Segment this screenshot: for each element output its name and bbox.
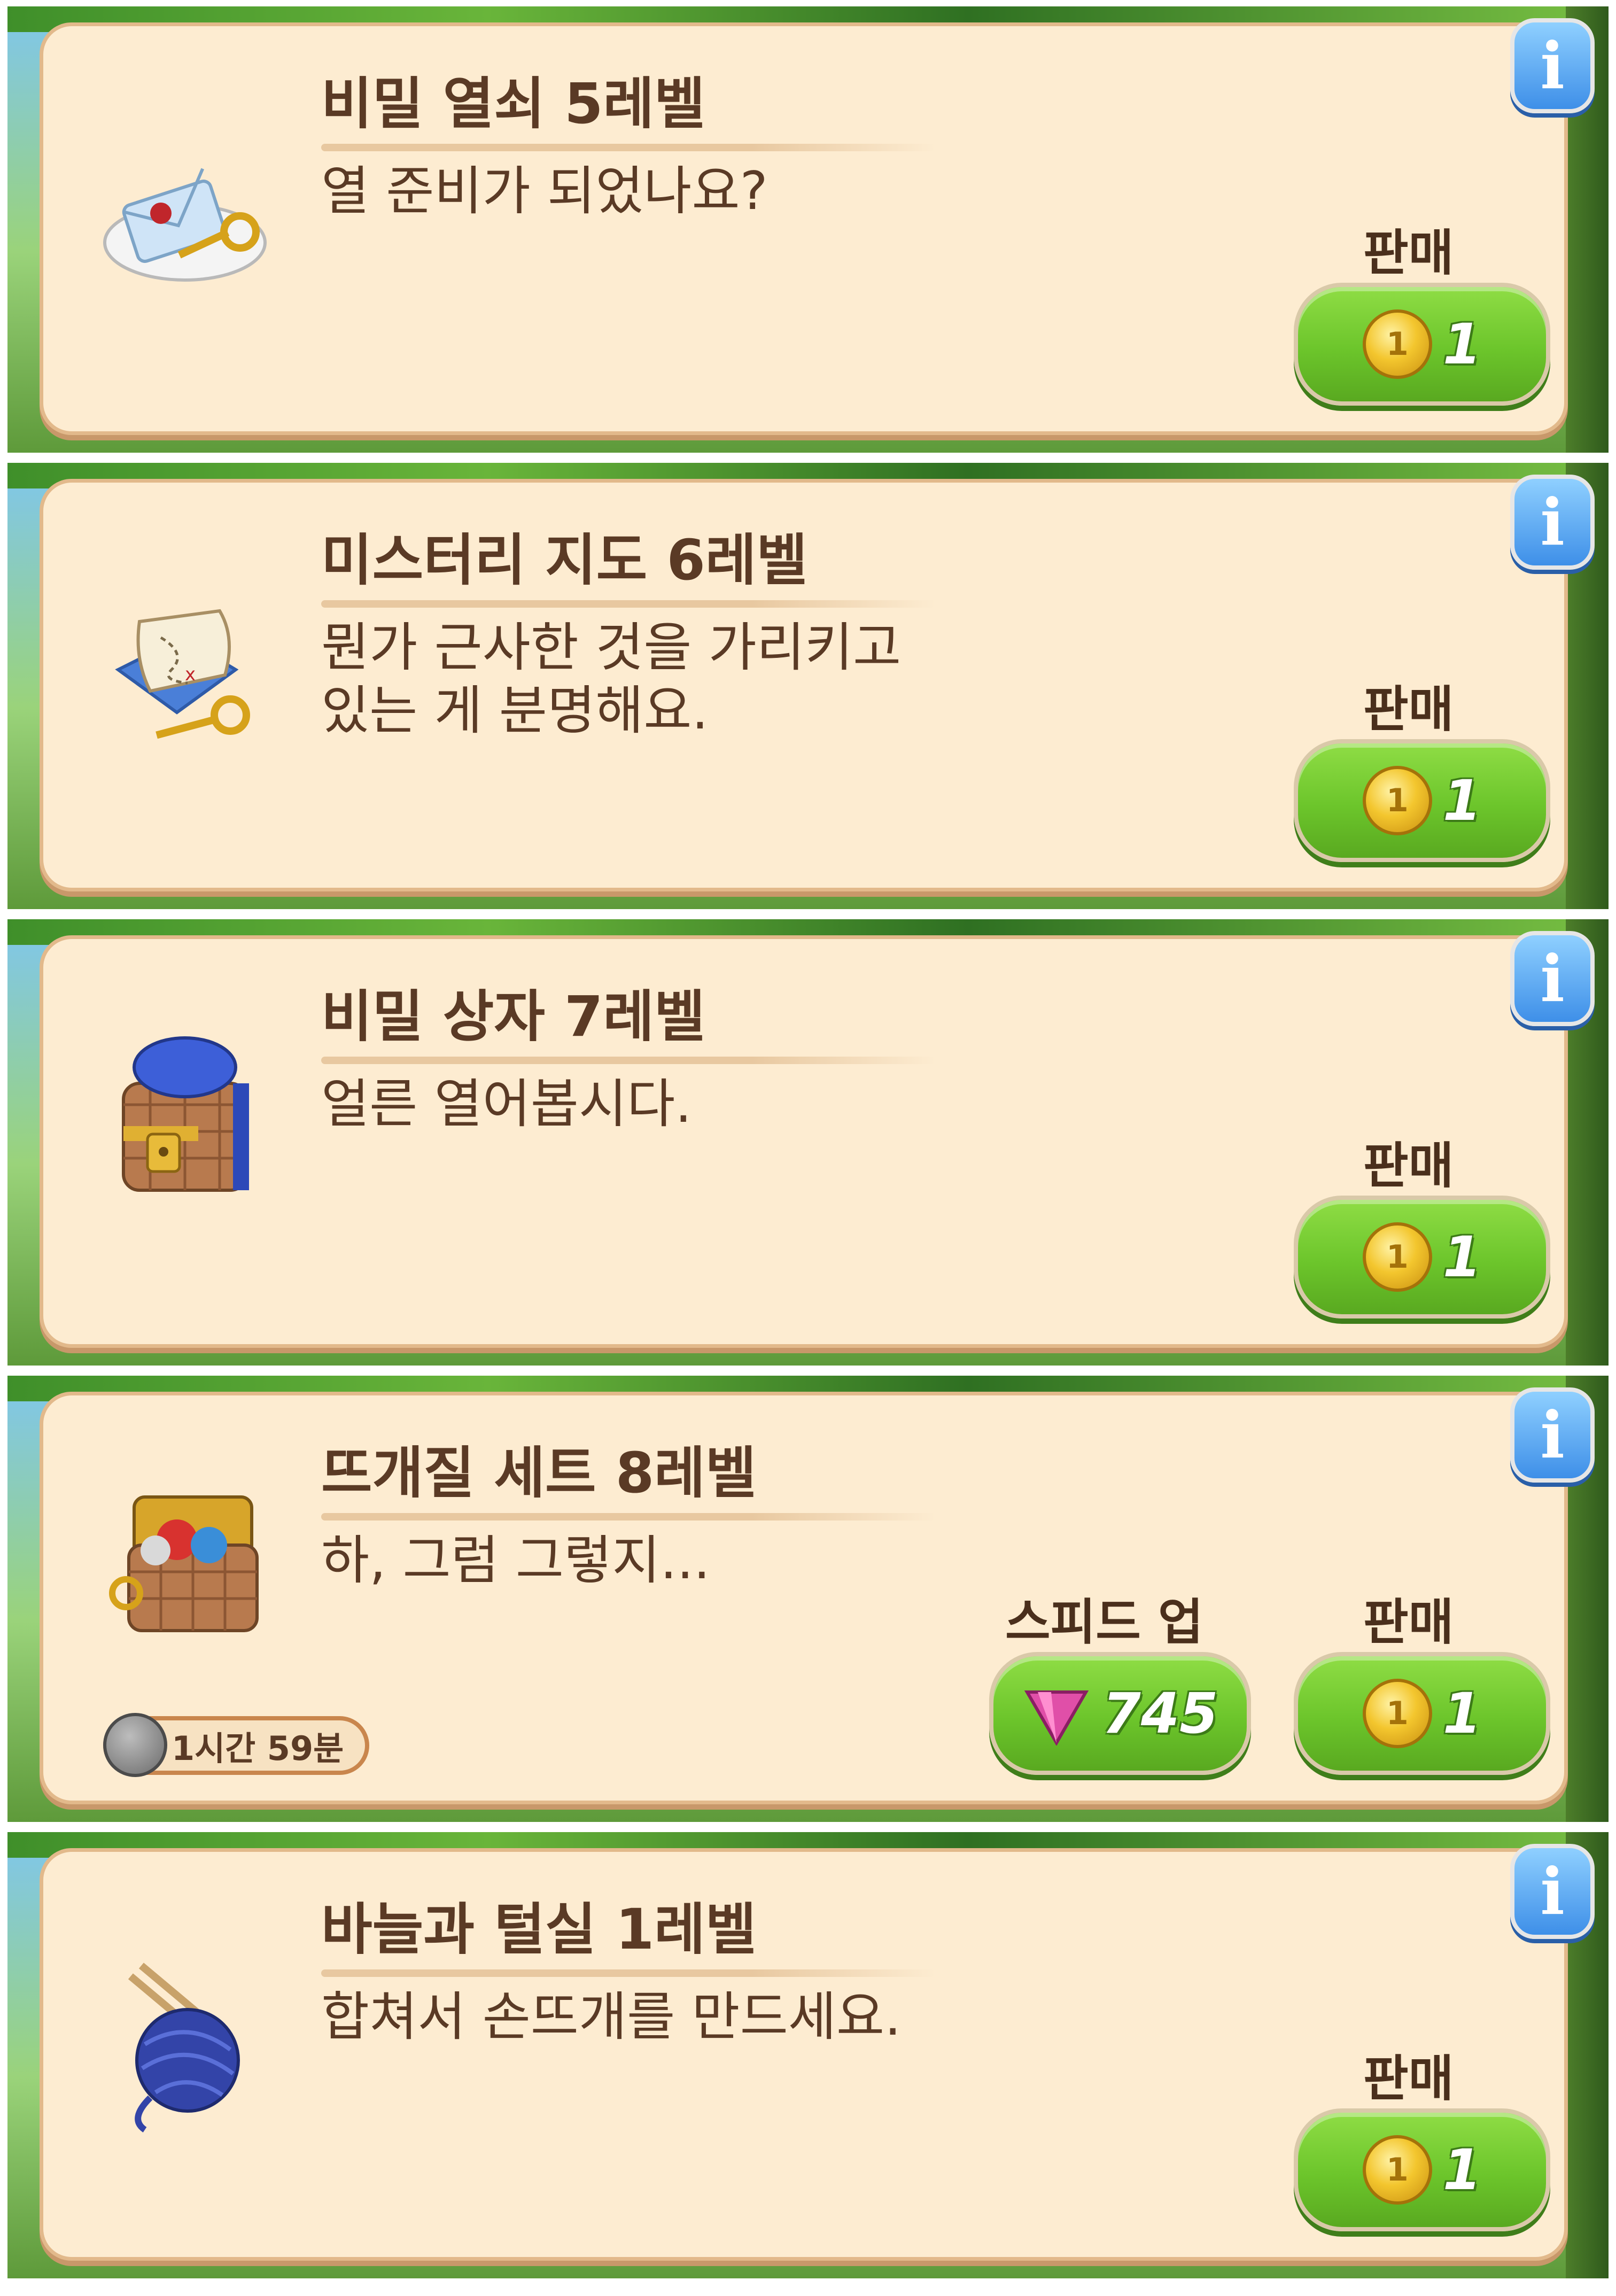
info-button[interactable]: i	[1510, 931, 1595, 1026]
info-icon: i	[1540, 28, 1565, 104]
speedup-button[interactable]: 745	[989, 1652, 1251, 1775]
speedup-label: 스피드 업	[1005, 1594, 1203, 1651]
sell-price: 1	[1442, 1681, 1482, 1746]
coin-icon: 1	[1362, 1679, 1432, 1748]
item-description: 열 준비가 되었나요?	[321, 161, 768, 222]
envelope-key-icon	[103, 168, 267, 282]
item-panel: 1시간 59분 뜨개질 세트 8레벨 하, 그럼 그렇지... 스피드 업 74…	[40, 1392, 1568, 1804]
sell-price: 1	[1442, 2137, 1482, 2202]
sell-button[interactable]: 1 1	[1294, 1196, 1550, 1318]
item-panel: 비밀 열쇠 5레벨 열 준비가 되었나요? 판매 1 1	[40, 22, 1568, 435]
sell-button[interactable]: 1 1	[1294, 2108, 1550, 2231]
coin-icon: 1	[1362, 309, 1432, 379]
title-divider	[321, 144, 936, 151]
item-card: 비밀 열쇠 5레벨 열 준비가 되었나요? 판매 1 1 i	[7, 6, 1609, 453]
svg-text:x: x	[185, 664, 196, 685]
item-card: 비밀 상자 7레벨 얼른 열어봅시다. 판매 1 1 i	[7, 919, 1609, 1366]
info-button[interactable]: i	[1510, 1844, 1595, 1939]
sell-price: 1	[1442, 768, 1482, 833]
item-panel: 비밀 상자 7레벨 얼른 열어봅시다. 판매 1 1	[40, 935, 1568, 1348]
treasure-map-key-icon: x	[115, 609, 250, 739]
sell-button[interactable]: 1 1	[1294, 283, 1550, 406]
info-button[interactable]: i	[1510, 1387, 1595, 1483]
item-description: 하, 그럼 그렇지...	[321, 1530, 710, 1591]
coin-icon: 1	[1362, 2135, 1432, 2205]
item-panel: x 미스터리 지도 6레벨 뭔가 근사한 것을 가리키고 있는 게 분명해요. …	[40, 479, 1568, 891]
speedup-price: 745	[1102, 1681, 1218, 1746]
sell-price: 1	[1442, 312, 1482, 377]
knitting-chest-icon	[109, 1495, 259, 1632]
yarn-ball-needles-icon	[128, 1963, 240, 2132]
item-description: 합쳐서 손뜨개를 만드세요.	[321, 1987, 902, 2047]
sell-button[interactable]: 1 1	[1294, 739, 1550, 862]
timer-badge: 1시간 59분	[103, 1713, 370, 1777]
sell-label: 판매	[1363, 1594, 1454, 1651]
gem-icon	[1024, 1690, 1089, 1746]
item-card: x 미스터리 지도 6레벨 뭔가 근사한 것을 가리키고 있는 게 분명해요. …	[7, 463, 1609, 909]
info-icon: i	[1540, 484, 1565, 560]
coin-icon: 1	[1362, 766, 1432, 835]
info-icon: i	[1540, 1397, 1565, 1473]
clock-icon	[103, 1713, 167, 1777]
title-divider	[321, 1513, 936, 1521]
locked-gift-box-icon	[122, 1036, 249, 1192]
item-description: 뭔가 근사한 것을 가리키고 있는 게 분명해요.	[321, 617, 902, 741]
item-description: 얼른 열어봅시다.	[321, 1074, 692, 1135]
info-button[interactable]: i	[1510, 18, 1595, 113]
item-panel: 바늘과 털실 1레벨 합쳐서 손뜨개를 만드세요. 판매 1 1	[40, 1848, 1568, 2261]
item-title: 비밀 열쇠 5레벨	[321, 71, 705, 136]
item-title: 비밀 상자 7레벨	[321, 984, 705, 1049]
sell-button[interactable]: 1 1	[1294, 1652, 1550, 1775]
timer-text: 1시간 59분	[172, 1729, 344, 1768]
sell-price: 1	[1442, 1224, 1482, 1290]
title-divider	[321, 1057, 936, 1064]
sell-label: 판매	[1363, 2050, 1454, 2107]
item-title: 미스터리 지도 6레벨	[321, 528, 808, 593]
coin-icon: 1	[1362, 1222, 1432, 1292]
info-icon: i	[1540, 941, 1565, 1017]
item-card: 1시간 59분 뜨개질 세트 8레벨 하, 그럼 그렇지... 스피드 업 74…	[7, 1376, 1609, 1822]
info-icon: i	[1540, 1853, 1565, 1929]
sell-label: 판매	[1363, 1137, 1454, 1194]
sell-label: 판매	[1363, 224, 1454, 282]
info-button[interactable]: i	[1510, 475, 1595, 570]
item-title: 뜨개질 세트 8레벨	[321, 1440, 757, 1506]
item-title: 바늘과 털실 1레벨	[321, 1897, 757, 1962]
item-card: 바늘과 털실 1레벨 합쳐서 손뜨개를 만드세요. 판매 1 1 i	[7, 1832, 1609, 2278]
sell-label: 판매	[1363, 681, 1454, 738]
title-divider	[321, 600, 936, 608]
title-divider	[321, 1969, 936, 1977]
